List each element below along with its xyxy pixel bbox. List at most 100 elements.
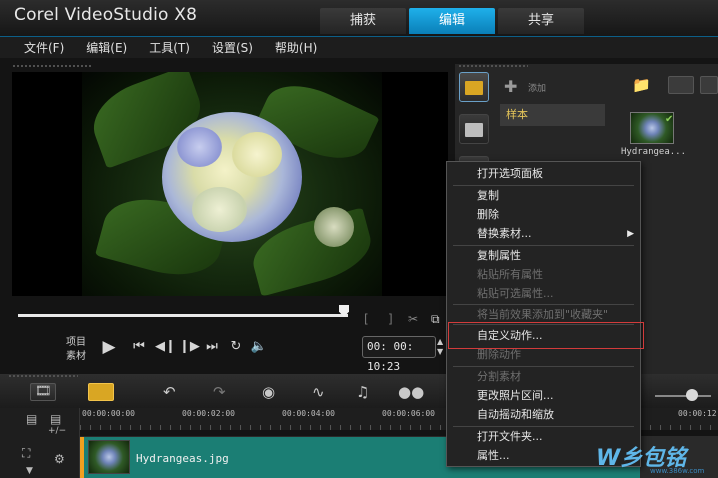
import-folder-icon[interactable]: 📁 xyxy=(632,76,658,94)
zoom-slider[interactable] xyxy=(655,395,711,397)
menu-edit[interactable]: 编辑(E) xyxy=(86,39,127,56)
menu-item-label: 替换素材... xyxy=(477,227,532,240)
menu-item-label: 将当前效果添加到"收藏夹" xyxy=(477,308,609,321)
menu-item-auto-pan-zoom[interactable]: 自动摇动和缩放 xyxy=(447,405,640,425)
previous-frame-icon[interactable]: ◀❙ xyxy=(155,338,176,356)
motion-tracking-icon[interactable]: ●● xyxy=(398,383,424,401)
repeat-icon[interactable]: ↻ xyxy=(227,338,245,356)
clapper-icon xyxy=(465,123,483,137)
tab-capture[interactable]: 捕获 xyxy=(320,8,406,34)
ruler-label: 00:00:00:00 xyxy=(82,409,135,418)
menu-item-split-clip[interactable]: 分割素材 xyxy=(447,367,640,387)
menu-item-copy[interactable]: 复制 xyxy=(447,186,640,206)
mode-tabs: 捕获 编辑 共享 xyxy=(320,8,584,34)
panel-grip xyxy=(12,64,92,68)
track-manager-icon[interactable]: ▤ xyxy=(26,412,37,426)
petal-cluster xyxy=(232,132,282,177)
next-frame-icon[interactable]: ❙▶ xyxy=(179,338,200,356)
app-title: Corel VideoStudio X8 xyxy=(14,5,198,25)
highlight-box xyxy=(448,322,644,349)
auto-music-icon[interactable]: ♫ xyxy=(356,383,369,401)
play-icon[interactable]: ▶ xyxy=(100,338,118,356)
menu-tools[interactable]: 工具(T) xyxy=(149,39,190,56)
menu-item-label: 粘贴所有属性 xyxy=(477,268,543,281)
petal-cluster xyxy=(177,127,222,167)
timecode-display[interactable]: 00: 00: 10:23 xyxy=(362,336,436,373)
media-icon xyxy=(465,81,483,95)
menu-item-label: 删除 xyxy=(477,208,499,221)
menu-item-label: 删除动作 xyxy=(477,348,521,361)
watermark-url: www.386w.com xyxy=(650,467,705,475)
undo-icon[interactable]: ↶ xyxy=(163,383,176,401)
menu-file[interactable]: 文件(F) xyxy=(24,39,64,56)
clip-name: Hydrangeas.jpg xyxy=(136,452,229,465)
preview-window[interactable] xyxy=(12,72,448,296)
menu-item-delete[interactable]: 删除 xyxy=(447,205,640,225)
clip-thumbnail xyxy=(88,440,130,474)
show-videos-icon[interactable] xyxy=(668,76,694,94)
menu-item-label: 打开选项面板 xyxy=(477,167,543,180)
menu-item-label: 分割素材 xyxy=(477,370,521,383)
chevron-down-icon[interactable]: ▼ xyxy=(26,466,33,476)
menu-item-change-photo-duration[interactable]: 更改照片区间... xyxy=(447,386,640,406)
media-library-button[interactable] xyxy=(459,72,489,102)
go-to-end-icon[interactable]: ⏭ xyxy=(203,338,221,356)
project-mode-label[interactable]: 项目 xyxy=(66,333,86,348)
menu-item-label: 复制 xyxy=(477,189,499,202)
zoom-in-out-icon[interactable]: +/− xyxy=(48,426,66,436)
add-folder-label[interactable]: 添加 xyxy=(528,81,546,94)
mark-in-button[interactable]: [ xyxy=(364,312,369,326)
check-icon: ✔ xyxy=(665,114,674,125)
menu-item-replace-clip[interactable]: 替换素材... ▶ xyxy=(447,224,640,244)
menu-help[interactable]: 帮助(H) xyxy=(275,39,317,56)
track-header: ▤ ▤ +/− ⛶ ▼ ⚙ xyxy=(0,408,80,478)
timeline-view-button[interactable] xyxy=(88,383,114,401)
menu-item-label: 复制属性 xyxy=(477,249,521,262)
enlarge-icon[interactable]: ⧉ xyxy=(431,312,440,327)
petal-cluster xyxy=(314,207,354,247)
context-menu: 打开选项面板 复制 删除 替换素材... ▶ 复制属性 粘贴所有属性 粘贴可选属性… xyxy=(446,161,641,467)
library-folder-sample[interactable]: 样本 xyxy=(500,104,605,126)
record-capture-icon[interactable]: ◉ xyxy=(262,383,275,401)
menu-settings[interactable]: 设置(S) xyxy=(212,39,253,56)
video-track-icon: ⛶ xyxy=(22,446,31,460)
menu-item-paste-selected-attributes[interactable]: 粘贴可选属性... xyxy=(447,284,640,304)
title-bar: Corel VideoStudio X8 捕获 编辑 共享 xyxy=(0,0,718,36)
timecode-spinner[interactable]: ▲ ▼ xyxy=(437,337,443,357)
petal-cluster xyxy=(192,187,247,232)
panel-grip xyxy=(458,64,528,68)
menu-item-open-options-panel[interactable]: 打开选项面板 xyxy=(447,164,640,184)
menu-item-copy-attributes[interactable]: 复制属性 xyxy=(447,246,640,266)
scissors-icon[interactable]: ✂ xyxy=(408,312,418,326)
redo-icon[interactable]: ↷ xyxy=(213,383,226,401)
ruler-label: 00:00:02:00 xyxy=(182,409,235,418)
go-to-start-icon[interactable]: ⏮ xyxy=(130,338,148,356)
menu-item-paste-all-attributes[interactable]: 粘贴所有属性 xyxy=(447,265,640,285)
chapter-cue-icon[interactable]: ▤ xyxy=(50,412,61,426)
menu-item-label: 自动摇动和缩放 xyxy=(477,408,554,421)
add-folder-icon[interactable]: ✚ xyxy=(504,77,517,96)
ruler-label: 00:00:06:00 xyxy=(382,409,435,418)
preview-photo xyxy=(82,72,382,296)
panel-grip xyxy=(8,374,78,378)
show-photos-icon[interactable] xyxy=(700,76,718,94)
menu-item-label: 属性... xyxy=(477,449,510,462)
zoom-slider-handle[interactable] xyxy=(686,389,698,401)
sound-mixer-icon[interactable]: ∿ xyxy=(312,383,325,401)
mark-out-button[interactable]: ] xyxy=(388,312,393,326)
clip-mode-label[interactable]: 素材 xyxy=(66,347,86,362)
ruler-label: 00:00:12:0 xyxy=(678,409,718,418)
menu-item-label: 粘贴可选属性... xyxy=(477,287,554,300)
menu-item-label: 打开文件夹... xyxy=(477,430,543,443)
scrub-bar[interactable] xyxy=(18,314,348,317)
tab-edit[interactable]: 编辑 xyxy=(409,8,495,34)
filmstrip-icon: 🎞 xyxy=(35,384,52,399)
volume-icon[interactable]: 🔈 xyxy=(250,338,268,356)
menu-item-label: 更改照片区间... xyxy=(477,389,554,402)
library-thumbnail-label: Hydrangea... xyxy=(621,147,687,157)
submenu-arrow-icon: ▶ xyxy=(627,229,634,239)
instant-project-button[interactable] xyxy=(459,114,489,144)
menu-bar: 文件(F) 编辑(E) 工具(T) 设置(S) 帮助(H) xyxy=(0,36,718,58)
track-options-icon[interactable]: ⚙ xyxy=(54,452,65,466)
tab-share[interactable]: 共享 xyxy=(498,8,584,34)
